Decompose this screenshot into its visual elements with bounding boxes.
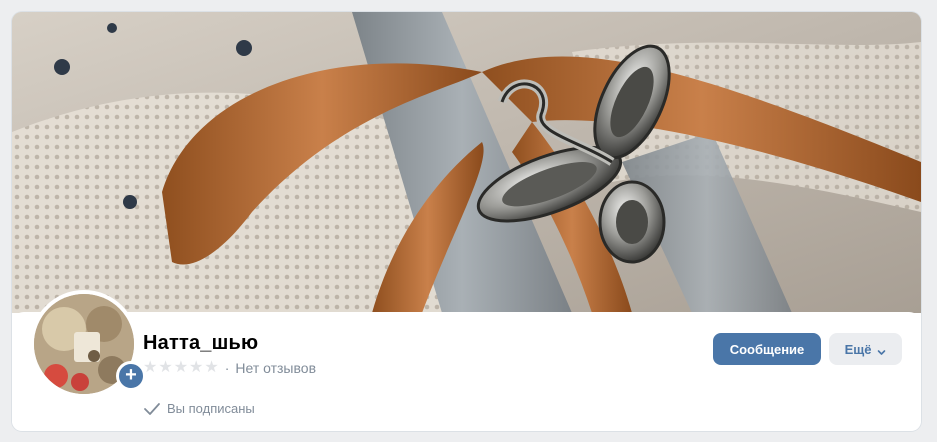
message-button[interactable]: Сообщение — [713, 333, 821, 365]
more-button-label: Ещё — [844, 341, 872, 357]
avatar-upload-button[interactable]: + — [116, 361, 146, 391]
message-button-label: Сообщение — [729, 341, 805, 357]
check-icon — [143, 402, 161, 416]
community-name: Натта_шью — [143, 332, 259, 354]
rating-stars: ★ ★ ★ ★ ★ — [143, 360, 219, 376]
star-icon: ★ — [204, 359, 219, 376]
rating-text: Нет отзывов — [235, 360, 316, 376]
plus-icon: + — [125, 364, 137, 386]
subscribed-label: Вы подписаны — [167, 401, 255, 416]
star-icon: ★ — [173, 359, 189, 376]
community-header-card: + Натта_шью ★ ★ ★ ★ ★ · Нет отзывов Вы п… — [12, 12, 921, 431]
rating-row[interactable]: ★ ★ ★ ★ ★ · Нет отзывов — [143, 360, 316, 377]
star-icon: ★ — [143, 359, 158, 376]
star-icon: ★ — [158, 359, 173, 376]
star-icon: ★ — [189, 359, 204, 376]
separator-dot: · — [224, 360, 230, 376]
chevron-down-icon — [877, 345, 886, 355]
more-button[interactable]: Ещё — [829, 333, 902, 365]
avatar-container[interactable]: + — [30, 290, 146, 398]
cover-image[interactable] — [12, 12, 921, 313]
subscription-status[interactable]: Вы подписаны — [143, 401, 255, 416]
